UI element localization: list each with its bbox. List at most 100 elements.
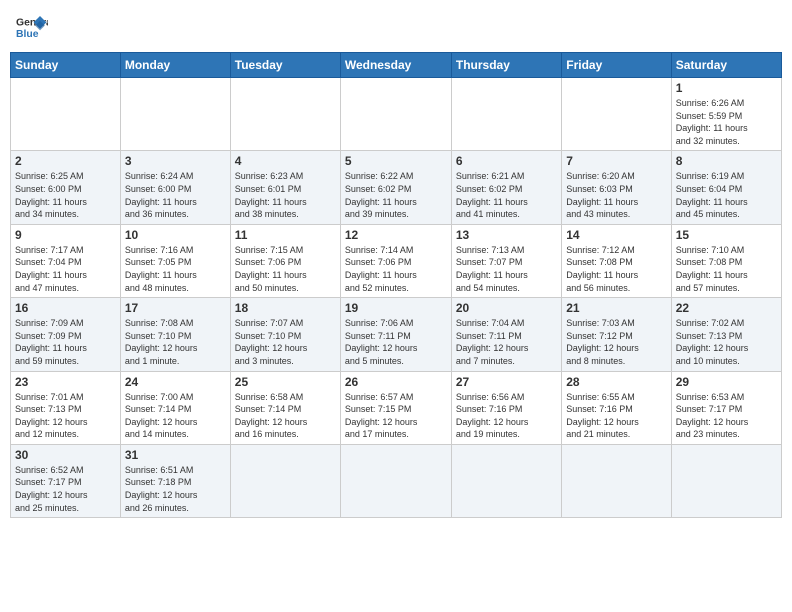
day-number: 11 [235,228,336,242]
calendar-cell: 24 Sunrise: 7:00 AM Sunset: 7:14 PM Dayli… [120,371,230,444]
day-number: 5 [345,154,447,168]
day-number: 22 [676,301,777,315]
day-number: 30 [15,448,116,462]
calendar-cell: 13 Sunrise: 7:13 AM Sunset: 7:07 PM Dayli… [451,224,561,297]
calendar-row: 2Sunrise: 6:25 AM Sunset: 6:00 PM Daylig… [11,151,782,224]
day-info: Sunrise: 6:21 AM Sunset: 6:02 PM Dayligh… [456,170,557,220]
day-number: 24 [125,375,226,389]
weekday-header-friday: Friday [562,53,671,78]
calendar-cell: 11Sunrise: 7:15 AM Sunset: 7:06 PM Dayli… [230,224,340,297]
day-number: 4 [235,154,336,168]
day-number: 20 [456,301,557,315]
calendar-cell: 8 Sunrise: 6:19 AM Sunset: 6:04 PM Daylig… [671,151,781,224]
calendar-cell: 2Sunrise: 6:25 AM Sunset: 6:00 PM Daylig… [11,151,121,224]
calendar-cell: 17Sunrise: 7:08 AM Sunset: 7:10 PM Dayli… [120,298,230,371]
day-number: 9 [15,228,116,242]
day-info: Sunrise: 7:08 AM Sunset: 7:10 PM Dayligh… [125,317,226,367]
day-info: Sunrise: 6:51 AM Sunset: 7:18 PM Dayligh… [125,464,226,514]
day-info: Sunrise: 7:03 AM Sunset: 7:12 PM Dayligh… [566,317,666,367]
calendar-cell: 4 Sunrise: 6:23 AM Sunset: 6:01 PM Daylig… [230,151,340,224]
calendar-cell: 19 Sunrise: 7:06 AM Sunset: 7:11 PM Dayli… [340,298,451,371]
day-number: 31 [125,448,226,462]
day-info: Sunrise: 7:00 AM Sunset: 7:14 PM Dayligh… [125,391,226,441]
weekday-header-wednesday: Wednesday [340,53,451,78]
calendar-cell: 20 Sunrise: 7:04 AM Sunset: 7:11 PM Dayli… [451,298,561,371]
calendar-row: 16 Sunrise: 7:09 AM Sunset: 7:09 PM Dayli… [11,298,782,371]
calendar-cell: 27 Sunrise: 6:56 AM Sunset: 7:16 PM Dayli… [451,371,561,444]
calendar-cell: 14Sunrise: 7:12 AM Sunset: 7:08 PM Dayli… [562,224,671,297]
calendar-cell [340,444,451,517]
day-info: Sunrise: 6:20 AM Sunset: 6:03 PM Dayligh… [566,170,666,220]
day-info: Sunrise: 6:52 AM Sunset: 7:17 PM Dayligh… [15,464,116,514]
calendar-cell: 21 Sunrise: 7:03 AM Sunset: 7:12 PM Dayli… [562,298,671,371]
day-number: 19 [345,301,447,315]
day-info: Sunrise: 6:19 AM Sunset: 6:04 PM Dayligh… [676,170,777,220]
day-number: 27 [456,375,557,389]
day-info: Sunrise: 7:14 AM Sunset: 7:06 PM Dayligh… [345,244,447,294]
header: General Blue [10,10,782,46]
day-number: 8 [676,154,777,168]
calendar-cell [671,444,781,517]
calendar-cell [340,78,451,151]
day-number: 13 [456,228,557,242]
day-number: 15 [676,228,777,242]
day-number: 1 [676,81,777,95]
day-number: 25 [235,375,336,389]
day-info: Sunrise: 7:02 AM Sunset: 7:13 PM Dayligh… [676,317,777,367]
calendar-cell: 30 Sunrise: 6:52 AM Sunset: 7:17 PM Dayli… [11,444,121,517]
day-info: Sunrise: 7:13 AM Sunset: 7:07 PM Dayligh… [456,244,557,294]
weekday-header-sunday: Sunday [11,53,121,78]
day-info: Sunrise: 7:09 AM Sunset: 7:09 PM Dayligh… [15,317,116,367]
day-number: 16 [15,301,116,315]
calendar-cell: 28 Sunrise: 6:55 AM Sunset: 7:16 PM Dayli… [562,371,671,444]
calendar-cell [451,444,561,517]
day-number: 21 [566,301,666,315]
weekday-header-tuesday: Tuesday [230,53,340,78]
calendar-cell: 26Sunrise: 6:57 AM Sunset: 7:15 PM Dayli… [340,371,451,444]
day-info: Sunrise: 6:57 AM Sunset: 7:15 PM Dayligh… [345,391,447,441]
calendar-cell: 16 Sunrise: 7:09 AM Sunset: 7:09 PM Dayli… [11,298,121,371]
day-info: Sunrise: 7:16 AM Sunset: 7:05 PM Dayligh… [125,244,226,294]
weekday-header-row: SundayMondayTuesdayWednesdayThursdayFrid… [11,53,782,78]
day-number: 3 [125,154,226,168]
svg-text:Blue: Blue [16,29,39,40]
day-number: 10 [125,228,226,242]
day-info: Sunrise: 6:56 AM Sunset: 7:16 PM Dayligh… [456,391,557,441]
day-info: Sunrise: 6:25 AM Sunset: 6:00 PM Dayligh… [15,170,116,220]
calendar-cell: 9Sunrise: 7:17 AM Sunset: 7:04 PM Daylig… [11,224,121,297]
calendar-cell [230,444,340,517]
calendar-row: 1 Sunrise: 6:26 AM Sunset: 5:59 PM Daylig… [11,78,782,151]
calendar-cell [562,444,671,517]
day-number: 29 [676,375,777,389]
calendar-cell: 18Sunrise: 7:07 AM Sunset: 7:10 PM Dayli… [230,298,340,371]
day-info: Sunrise: 6:26 AM Sunset: 5:59 PM Dayligh… [676,97,777,147]
calendar-cell: 6Sunrise: 6:21 AM Sunset: 6:02 PM Daylig… [451,151,561,224]
weekday-header-monday: Monday [120,53,230,78]
day-number: 28 [566,375,666,389]
calendar-cell [451,78,561,151]
day-info: Sunrise: 6:23 AM Sunset: 6:01 PM Dayligh… [235,170,336,220]
day-info: Sunrise: 7:04 AM Sunset: 7:11 PM Dayligh… [456,317,557,367]
calendar-cell: 5Sunrise: 6:22 AM Sunset: 6:02 PM Daylig… [340,151,451,224]
day-info: Sunrise: 6:58 AM Sunset: 7:14 PM Dayligh… [235,391,336,441]
day-number: 7 [566,154,666,168]
calendar-cell: 1 Sunrise: 6:26 AM Sunset: 5:59 PM Daylig… [671,78,781,151]
day-info: Sunrise: 7:10 AM Sunset: 7:08 PM Dayligh… [676,244,777,294]
day-info: Sunrise: 7:06 AM Sunset: 7:11 PM Dayligh… [345,317,447,367]
calendar-cell: 15 Sunrise: 7:10 AM Sunset: 7:08 PM Dayli… [671,224,781,297]
day-info: Sunrise: 7:12 AM Sunset: 7:08 PM Dayligh… [566,244,666,294]
calendar-cell: 31 Sunrise: 6:51 AM Sunset: 7:18 PM Dayli… [120,444,230,517]
calendar-row: 30 Sunrise: 6:52 AM Sunset: 7:17 PM Dayli… [11,444,782,517]
logo-icon: General Blue [16,14,48,42]
calendar-cell [120,78,230,151]
calendar: SundayMondayTuesdayWednesdayThursdayFrid… [10,52,782,518]
calendar-cell [230,78,340,151]
calendar-cell: 3Sunrise: 6:24 AM Sunset: 6:00 PM Daylig… [120,151,230,224]
calendar-cell: 22 Sunrise: 7:02 AM Sunset: 7:13 PM Dayli… [671,298,781,371]
day-info: Sunrise: 6:55 AM Sunset: 7:16 PM Dayligh… [566,391,666,441]
calendar-cell: 25 Sunrise: 6:58 AM Sunset: 7:14 PM Dayli… [230,371,340,444]
calendar-cell: 12Sunrise: 7:14 AM Sunset: 7:06 PM Dayli… [340,224,451,297]
calendar-cell: 29Sunrise: 6:53 AM Sunset: 7:17 PM Dayli… [671,371,781,444]
calendar-cell [11,78,121,151]
calendar-row: 23Sunrise: 7:01 AM Sunset: 7:13 PM Dayli… [11,371,782,444]
